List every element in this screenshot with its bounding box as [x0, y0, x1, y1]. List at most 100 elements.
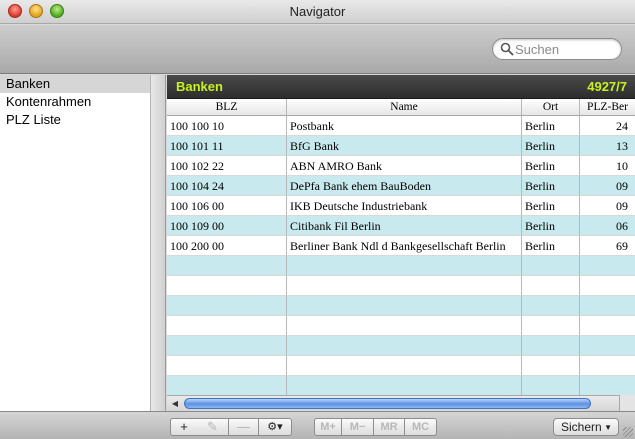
sidebar-item-plz-liste[interactable]: PLZ Liste	[0, 111, 150, 129]
memory-clear-button[interactable]: MC	[405, 418, 437, 436]
memory-recall-button[interactable]: MR	[374, 418, 405, 436]
sidebar-item-banken[interactable]: Banken	[0, 75, 150, 93]
table-cell-name	[287, 316, 522, 336]
table-cell-name	[287, 336, 522, 356]
table-row[interactable]	[167, 356, 635, 376]
table-cell-name: Berliner Bank Ndl d Bankgesellschaft Ber…	[287, 236, 522, 256]
table-cell-ort	[522, 356, 580, 376]
table-cell-name	[287, 296, 522, 316]
table-cell-ort: Berlin	[522, 196, 580, 216]
split-view-divider[interactable]	[151, 75, 166, 411]
table-cell-name: Citibank Fil Berlin	[287, 216, 522, 236]
table-cell-plz: 69	[580, 236, 635, 256]
table-cell-name: Postbank	[287, 116, 522, 136]
toolbar	[0, 25, 635, 74]
table-row[interactable]: 100 200 00 Berliner Bank Ndl d Bankgesell…	[167, 236, 635, 256]
table-cell-blz	[167, 256, 287, 276]
table-cell-plz	[580, 256, 635, 276]
sidebar: Banken Kontenrahmen PLZ Liste	[0, 75, 151, 411]
table-body: 100 100 10 Postbank Berlin 24 100 101 11 BfG …	[167, 116, 635, 395]
table-cell-blz	[167, 356, 287, 376]
scroll-corner	[619, 395, 635, 411]
scrollbar-thumb[interactable]	[184, 398, 591, 409]
table-cell-ort: Berlin	[522, 116, 580, 136]
table-cell-plz: 06	[580, 216, 635, 236]
table-row[interactable]: 100 104 24 DePfa Bank ehem BauBoden Berlin…	[167, 176, 635, 196]
table-row[interactable]: 100 100 10 Postbank Berlin 24	[167, 116, 635, 136]
table-cell-blz: 100 200 00	[167, 236, 287, 256]
table-cell-ort: Berlin	[522, 136, 580, 156]
table-row[interactable]	[167, 296, 635, 316]
save-label: Sichern	[561, 420, 602, 434]
table-cell-plz	[580, 376, 635, 395]
table-cell-ort	[522, 376, 580, 395]
column-header-plz[interactable]: PLZ-Ber	[580, 99, 635, 115]
column-header-ort[interactable]: Ort	[522, 99, 580, 115]
table-row[interactable]: 100 106 00 IKB Deutsche Industriebank Berl…	[167, 196, 635, 216]
table-cell-blz	[167, 336, 287, 356]
add-button[interactable]: +	[170, 418, 198, 436]
table-row[interactable]	[167, 256, 635, 276]
table-row[interactable]	[167, 276, 635, 296]
table-cell-ort: Berlin	[522, 216, 580, 236]
table-cell-blz: 100 109 00	[167, 216, 287, 236]
table-row[interactable]: 100 109 00 Citibank Fil Berlin Berlin 06	[167, 216, 635, 236]
resize-grip-icon[interactable]	[623, 427, 633, 437]
memory-add-button[interactable]: M+	[314, 418, 342, 436]
search-icon	[500, 42, 514, 56]
memory-subtract-button[interactable]: M−	[342, 418, 374, 436]
table-cell-plz	[580, 336, 635, 356]
search-field[interactable]	[492, 38, 622, 60]
remove-button[interactable]: —	[229, 418, 259, 436]
table-cell-blz	[167, 316, 287, 336]
table-cell-blz: 100 101 11	[167, 136, 287, 156]
table-row[interactable]	[167, 336, 635, 356]
table-cell-name	[287, 356, 522, 376]
table-row[interactable]	[167, 376, 635, 395]
content-title: Banken	[176, 79, 223, 94]
table-cell-plz	[580, 356, 635, 376]
table-cell-name: ABN AMRO Bank	[287, 156, 522, 176]
content-panel: Banken 4927/7 BLZ Name Ort PLZ-Ber 100 1…	[167, 75, 635, 411]
table-cell-ort	[522, 256, 580, 276]
window-title: Navigator	[289, 4, 346, 19]
bank-table: BLZ Name Ort PLZ-Ber 100 100 10 Postbank B…	[167, 99, 635, 395]
table-cell-name	[287, 256, 522, 276]
bottom-bar: + ✎ — ⚙▾ M+ M− MR MC Sichern ▼	[0, 411, 635, 439]
table-cell-blz	[167, 296, 287, 316]
table-cell-plz: 13	[580, 136, 635, 156]
table-row[interactable]	[167, 316, 635, 336]
save-button[interactable]: Sichern ▼	[553, 418, 619, 436]
table-cell-plz	[580, 316, 635, 336]
table-cell-ort: Berlin	[522, 176, 580, 196]
table-row[interactable]: 100 102 22 ABN AMRO Bank Berlin 10	[167, 156, 635, 176]
table-cell-ort: Berlin	[522, 156, 580, 176]
content-header: Banken 4927/7	[167, 75, 635, 99]
table-cell-blz	[167, 376, 287, 395]
record-count: 4927/7	[587, 79, 627, 94]
table-cell-blz: 100 106 00	[167, 196, 287, 216]
table-cell-blz: 100 100 10	[167, 116, 287, 136]
table-cell-plz	[580, 276, 635, 296]
table-cell-blz: 100 104 24	[167, 176, 287, 196]
column-header-name[interactable]: Name	[287, 99, 522, 115]
table-cell-ort	[522, 316, 580, 336]
horizontal-scrollbar[interactable]: ◀ ▶	[167, 395, 635, 411]
table-cell-ort	[522, 336, 580, 356]
table-cell-name	[287, 276, 522, 296]
table-row[interactable]: 100 101 11 BfG Bank Berlin 13	[167, 136, 635, 156]
scroll-left-arrow-icon[interactable]: ◀	[169, 398, 181, 410]
sidebar-item-kontenrahmen[interactable]: Kontenrahmen	[0, 93, 150, 111]
chevron-down-icon: ▼	[604, 423, 612, 432]
table-cell-name: IKB Deutsche Industriebank	[287, 196, 522, 216]
gear-menu-button[interactable]: ⚙▾	[259, 418, 292, 436]
search-input[interactable]	[515, 41, 615, 57]
table-cell-ort	[522, 276, 580, 296]
table-cell-name	[287, 376, 522, 395]
table-cell-plz: 09	[580, 176, 635, 196]
edit-button[interactable]: ✎	[197, 418, 229, 436]
column-header-blz[interactable]: BLZ	[167, 99, 287, 115]
table-cell-plz	[580, 296, 635, 316]
table-cell-name: BfG Bank	[287, 136, 522, 156]
table-cell-ort	[522, 296, 580, 316]
